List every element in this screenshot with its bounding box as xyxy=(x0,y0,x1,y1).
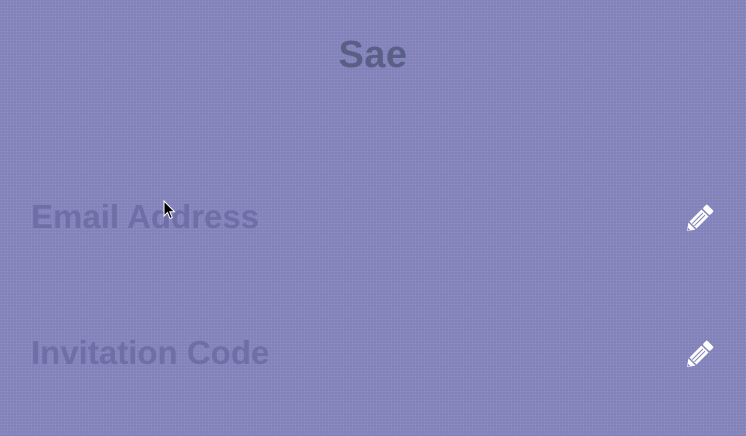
invitation-code-label: Invitation Code xyxy=(31,334,270,371)
edit-email-button[interactable] xyxy=(680,200,718,238)
page-title: Sae xyxy=(338,34,408,76)
mouse-cursor-icon xyxy=(163,200,176,220)
edit-invitation-code-button[interactable] xyxy=(680,336,718,374)
email-address-label: Email Address xyxy=(31,198,260,235)
email-address-row[interactable]: Email Address xyxy=(0,188,746,248)
invitation-code-row[interactable]: Invitation Code xyxy=(0,324,746,384)
pencil-icon xyxy=(686,340,714,368)
pencil-icon xyxy=(686,204,714,232)
profile-screen: Sae Email Address Invitation Code xyxy=(0,0,746,436)
